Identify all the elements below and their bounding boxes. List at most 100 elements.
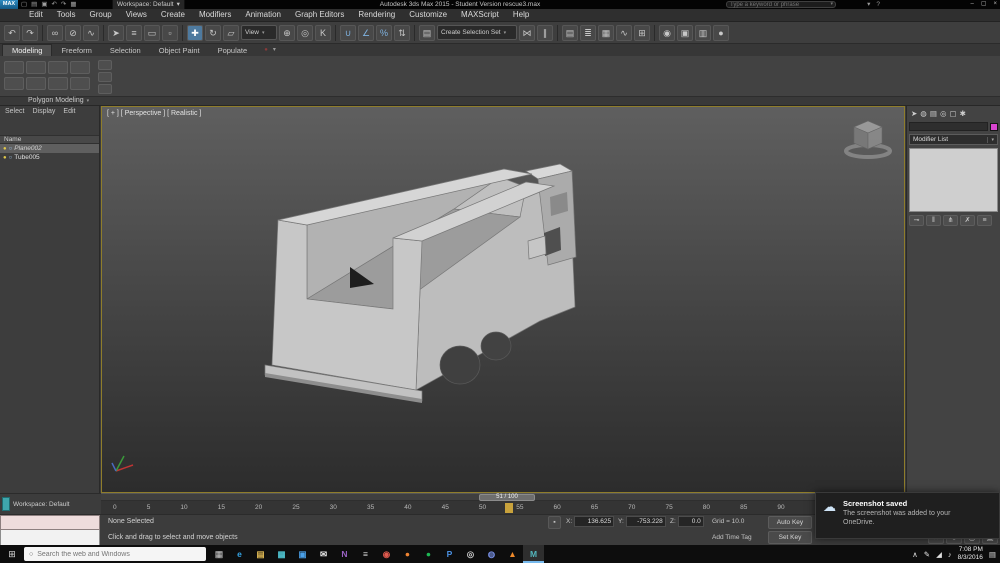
menu-item[interactable]: MAXScript <box>454 9 506 21</box>
ribbon-tool-button[interactable] <box>98 60 112 70</box>
menu-item[interactable]: Rendering <box>351 9 402 21</box>
menu-item[interactable]: Animation <box>238 9 288 21</box>
x-value-input[interactable] <box>574 516 614 527</box>
onenote-icon[interactable]: N <box>334 545 355 563</box>
menu-item[interactable]: Help <box>506 9 536 21</box>
toolbar-icon[interactable] <box>557 25 558 41</box>
reference-coordsys-dropdown[interactable]: View ▾ <box>241 25 277 40</box>
listener-script-line[interactable] <box>0 530 100 546</box>
taskbar-search[interactable]: ○ <box>24 547 206 561</box>
scene-object-row[interactable]: ● ○ Plane002 <box>0 144 99 153</box>
workspace-dropdown[interactable]: Workspace: Default ▾ <box>112 0 185 9</box>
menu-item[interactable]: Customize <box>402 9 454 21</box>
toolbar-icon[interactable] <box>42 25 43 41</box>
ribbon-tool-button[interactable] <box>26 77 46 90</box>
maximize-button[interactable]: ▢ <box>981 0 987 9</box>
named-selection-sets-icon[interactable]: ▤ <box>419 25 435 41</box>
object-name-field[interactable] <box>909 122 988 131</box>
remove-modifier-icon[interactable]: ✗ <box>960 215 975 226</box>
render-setup-icon[interactable]: ▣ <box>677 25 693 41</box>
modifier-stack-list[interactable] <box>909 148 998 212</box>
new-scene-icon[interactable]: ▢ <box>21 0 27 9</box>
ribbon-tab[interactable]: Freeform <box>52 45 100 56</box>
action-center-icon[interactable]: ▤ <box>989 550 996 559</box>
track-bar-ruler[interactable]: 0510152025303540455055606570758085909510… <box>101 501 905 514</box>
display-tab-icon[interactable]: ▢ <box>949 109 956 119</box>
ribbon-collapse-icon[interactable]: ▾ <box>273 45 276 56</box>
show-end-result-icon[interactable]: ‖ <box>926 215 941 226</box>
menu-item[interactable]: Group <box>82 9 118 21</box>
listener-macro-line[interactable] <box>0 515 100 530</box>
undo-icon[interactable]: ↶ <box>4 25 20 41</box>
project-folder-icon[interactable]: ▦ <box>70 0 76 9</box>
scene-explorer-name-header[interactable]: Name <box>0 135 99 144</box>
select-link-icon[interactable]: ∞ <box>47 25 63 41</box>
perspective-viewport[interactable]: [ + ] [ Perspective ] [ Realistic ] <box>101 106 905 493</box>
visibility-bulb-icon[interactable]: ● <box>3 146 7 152</box>
pen-icon[interactable]: ✎ <box>924 550 930 559</box>
scene-object-row[interactable]: ● ○ Tube005 <box>0 153 99 162</box>
help-icon[interactable]: ? <box>876 0 880 9</box>
selection-lock-toggle[interactable]: ▪ <box>548 516 561 529</box>
render-production-icon[interactable]: ● <box>713 25 729 41</box>
undo-qat-icon[interactable]: ↶ <box>51 0 56 9</box>
ribbon-tab[interactable]: Populate <box>209 45 257 56</box>
select-object-icon[interactable]: ➤ <box>108 25 124 41</box>
menu-item[interactable]: Views <box>119 9 154 21</box>
ribbon-tool-button[interactable] <box>48 77 68 90</box>
rendered-frame-icon[interactable]: ▥ <box>695 25 711 41</box>
ribbon-tool-button[interactable] <box>70 77 90 90</box>
record-dot-icon[interactable]: ● <box>264 45 268 56</box>
start-button[interactable]: ⊞ <box>0 545 24 563</box>
ribbon-tool-button[interactable] <box>70 61 90 74</box>
ribbon-tab[interactable]: Selection <box>101 45 150 56</box>
mail-icon[interactable]: ✉ <box>313 545 334 563</box>
make-unique-icon[interactable]: ⋔ <box>943 215 958 226</box>
menu-item[interactable]: Edit <box>22 9 50 21</box>
toolbar-icon[interactable] <box>414 25 415 41</box>
percent-snap-icon[interactable]: % <box>376 25 392 41</box>
create-tab-icon[interactable]: ➤ <box>911 109 917 119</box>
spinner-snap-icon[interactable]: ⇅ <box>394 25 410 41</box>
firefox-icon[interactable]: ● <box>397 545 418 563</box>
sign-in-icon[interactable]: ▾ <box>867 0 870 9</box>
vlc-icon[interactable]: ▲ <box>502 545 523 563</box>
application-menu-button[interactable]: MAX <box>0 0 18 9</box>
named-selection-set-dropdown[interactable]: Create Selection Set ▾ <box>437 25 517 40</box>
schematic-view-icon[interactable]: ⊞ <box>634 25 650 41</box>
ribbon-panel-strip[interactable]: Polygon Modeling▾ <box>0 97 1000 106</box>
material-editor-icon[interactable]: ◉ <box>659 25 675 41</box>
redo-icon[interactable]: ↷ <box>22 25 38 41</box>
ribbon-toggle-icon[interactable]: ▦ <box>598 25 614 41</box>
toolbar-icon[interactable] <box>654 25 655 41</box>
taskbar-clock[interactable]: 7:08 PM 8/3/2016 <box>958 546 983 562</box>
calculator-icon[interactable]: ≡ <box>355 545 376 563</box>
workspace-corner-label[interactable]: Workspace: Default <box>13 501 70 508</box>
discord-icon[interactable]: ◍ <box>481 545 502 563</box>
current-frame-marker[interactable] <box>505 503 513 513</box>
save-file-icon[interactable]: ▣ <box>41 0 47 9</box>
select-rotate-icon[interactable]: ↻ <box>205 25 221 41</box>
ribbon-tool-button[interactable] <box>98 72 112 82</box>
ribbon-tool-button[interactable] <box>26 61 46 74</box>
layer-manager-icon[interactable]: ≣ <box>580 25 596 41</box>
time-slider-track[interactable]: 51 / 100 <box>101 493 905 501</box>
file-explorer-icon[interactable]: ▤ <box>250 545 271 563</box>
menu-item[interactable]: Create <box>154 9 192 21</box>
polygon-modeling-label[interactable]: Polygon Modeling <box>28 97 84 104</box>
3dsmax-icon[interactable]: M <box>523 545 544 563</box>
edge-icon[interactable]: e <box>229 545 250 563</box>
close-button[interactable]: × <box>993 0 997 9</box>
auto-key-button[interactable]: Auto Key <box>768 516 812 529</box>
ribbon-tool-button[interactable] <box>98 84 112 94</box>
infocenter-search[interactable]: ▾ <box>726 1 836 8</box>
align-icon[interactable]: ∥ <box>537 25 553 41</box>
unlink-icon[interactable]: ⊘ <box>65 25 81 41</box>
utilities-tab-icon[interactable]: ✱ <box>960 109 966 119</box>
steam-icon[interactable]: ◎ <box>460 545 481 563</box>
ribbon-tool-button[interactable] <box>4 77 24 90</box>
pin-stack-icon[interactable]: ⊸ <box>909 215 924 226</box>
photos-icon[interactable]: ▣ <box>292 545 313 563</box>
volume-icon[interactable]: ♪ <box>948 550 952 559</box>
viewport-canvas[interactable] <box>102 107 904 492</box>
